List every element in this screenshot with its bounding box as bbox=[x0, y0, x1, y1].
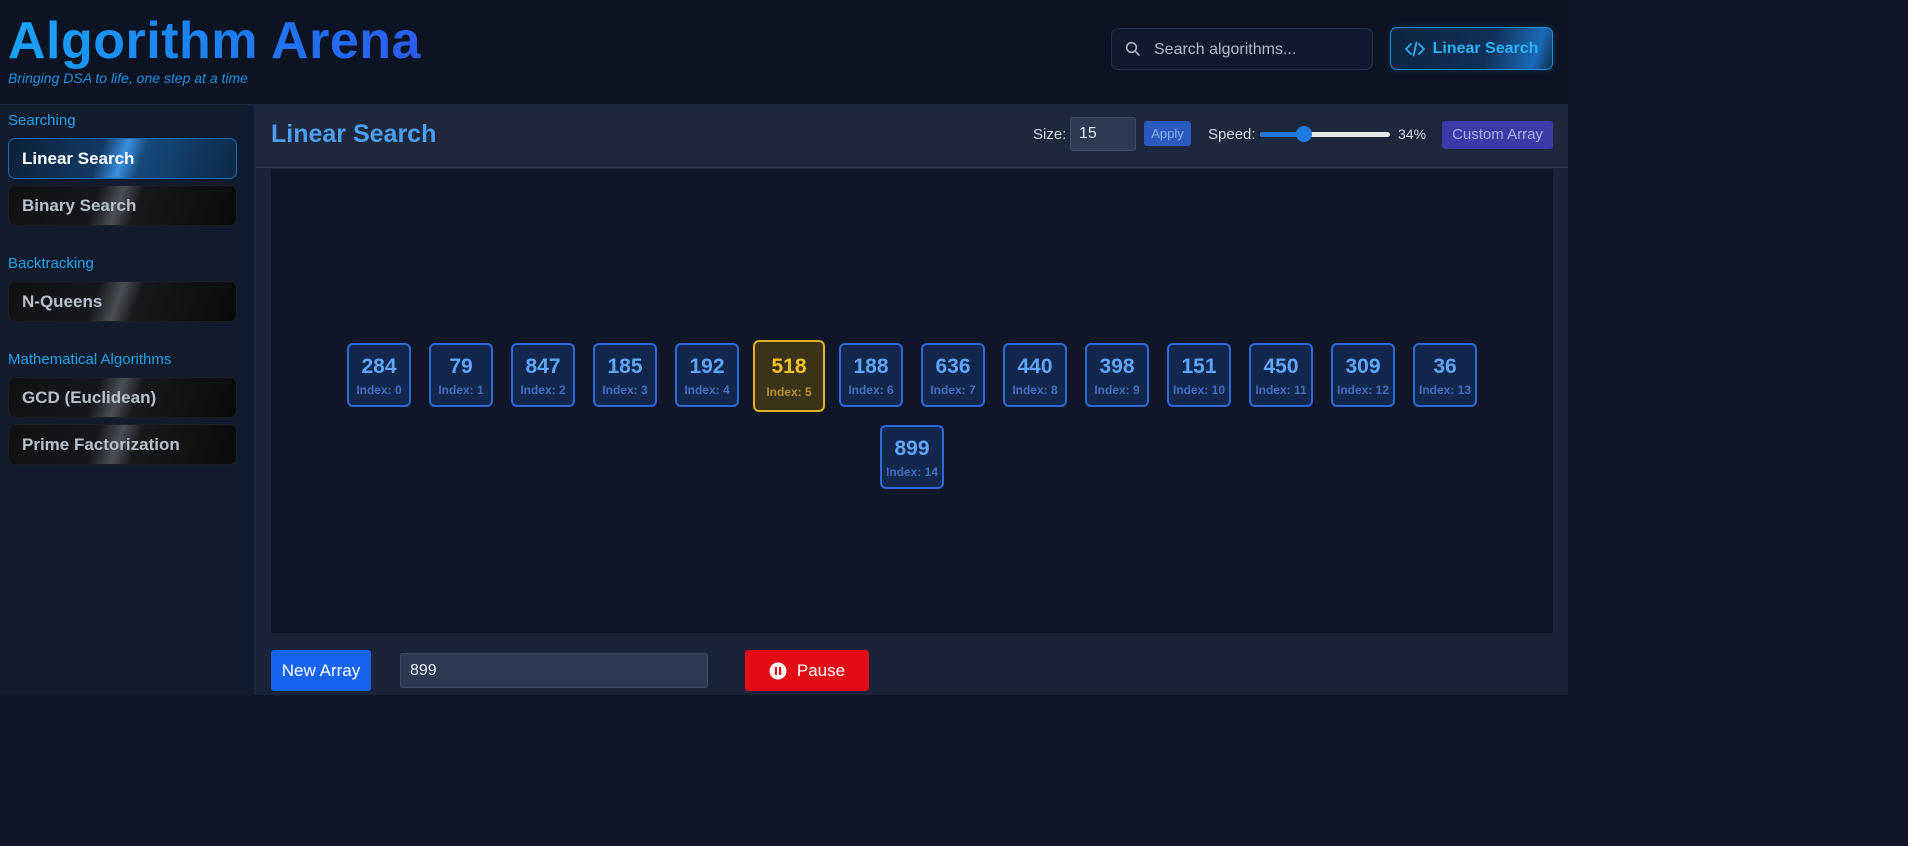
array-element: 192 Index: 4 bbox=[675, 343, 739, 407]
array-visualization: 284 Index: 0 79 Index: 1 847 Index: 2 185 Index… bbox=[271, 169, 1553, 633]
array-element-value: 188 bbox=[853, 355, 889, 378]
array-element: 398 Index: 9 bbox=[1085, 343, 1149, 407]
array-element: 36 Index: 13 bbox=[1413, 343, 1477, 407]
sidebar-group-backtracking: Backtracking bbox=[8, 255, 94, 272]
array-element: 440 Index: 8 bbox=[1003, 343, 1067, 407]
pause-icon bbox=[769, 662, 787, 679]
sidebar-item-gcd[interactable]: GCD (Euclidean) bbox=[8, 377, 237, 418]
array-element-index: Index: 8 bbox=[1012, 383, 1058, 397]
speed-label: Speed: bbox=[1208, 126, 1256, 143]
array-element: 309 Index: 12 bbox=[1331, 343, 1395, 407]
size-input[interactable]: 15 bbox=[1070, 117, 1136, 151]
speed-value: 34% bbox=[1398, 126, 1427, 142]
array-element-index: Index: 11 bbox=[1255, 383, 1307, 397]
array-element: 636 Index: 7 bbox=[921, 343, 985, 407]
array-element: 847 Index: 2 bbox=[511, 343, 575, 407]
array-element: 284 Index: 0 bbox=[347, 343, 411, 407]
array-element-value: 518 bbox=[771, 355, 807, 378]
speed-slider[interactable] bbox=[1260, 126, 1390, 142]
array-element-index: Index: 12 bbox=[1336, 383, 1390, 397]
target-value-input[interactable]: 899 bbox=[400, 653, 708, 688]
array-element-index: Index: 14 bbox=[885, 465, 939, 479]
array-element-index: Index: 2 bbox=[520, 383, 566, 397]
code-icon bbox=[1404, 41, 1425, 56]
size-label: Size: bbox=[1033, 126, 1067, 143]
array-element-index: Index: 5 bbox=[766, 385, 812, 399]
array-element-value: 284 bbox=[361, 355, 397, 378]
search-box[interactable] bbox=[1111, 28, 1373, 71]
array-element: 79 Index: 1 bbox=[429, 343, 493, 407]
sidebar-item-n-queens[interactable]: N-Queens bbox=[8, 281, 237, 322]
app-tagline: Bringing DSA to life, one step at a time bbox=[8, 70, 248, 86]
array-element: 450 Index: 11 bbox=[1249, 343, 1313, 407]
array-element: 151 Index: 10 bbox=[1167, 343, 1231, 407]
app-header: Algorithm Arena Bringing DSA to life, on… bbox=[0, 0, 1568, 105]
current-algorithm-label: Linear Search bbox=[1432, 39, 1539, 57]
array-element: 188 Index: 6 bbox=[839, 343, 903, 407]
array-element-value: 636 bbox=[935, 355, 971, 378]
pause-button[interactable]: Pause bbox=[745, 650, 869, 691]
app-title: Algorithm Arena bbox=[8, 12, 421, 70]
array-element-value: 398 bbox=[1099, 355, 1135, 378]
main-panel: Linear Search Size: 15 Apply Speed: 34% … bbox=[256, 105, 1568, 695]
array-element-value: 440 bbox=[1017, 355, 1053, 378]
sidebar-group-searching: Searching bbox=[8, 112, 76, 129]
sidebar-item-binary-search[interactable]: Binary Search bbox=[8, 185, 237, 226]
page-title: Linear Search bbox=[271, 120, 437, 148]
array-element-value: 899 bbox=[894, 437, 930, 460]
array-element-value: 450 bbox=[1263, 355, 1299, 378]
array-element-value: 309 bbox=[1345, 355, 1381, 378]
array-element-index: Index: 0 bbox=[356, 383, 402, 397]
array-element-index: Index: 3 bbox=[602, 383, 648, 397]
array-element: 185 Index: 3 bbox=[593, 343, 657, 407]
array-element-index: Index: 7 bbox=[930, 383, 976, 397]
array-element-index: Index: 9 bbox=[1094, 383, 1140, 397]
new-array-button[interactable]: New Array bbox=[271, 650, 371, 691]
speed-slider-thumb[interactable] bbox=[1296, 126, 1312, 142]
array-element-index: Index: 4 bbox=[684, 383, 730, 397]
sidebar-item-linear-search[interactable]: Linear Search bbox=[8, 138, 237, 179]
array-element-index: Index: 13 bbox=[1418, 383, 1472, 397]
search-icon bbox=[1125, 41, 1140, 56]
array-element-value: 185 bbox=[607, 355, 643, 378]
array-element-value: 151 bbox=[1181, 355, 1217, 378]
sidebar-item-prime-factorization[interactable]: Prime Factorization bbox=[8, 424, 237, 465]
sidebar-group-mathematical: Mathematical Algorithms bbox=[8, 351, 172, 368]
array-element-value: 847 bbox=[525, 355, 561, 378]
custom-array-button[interactable]: Custom Array bbox=[1442, 121, 1553, 149]
array-element-value: 79 bbox=[449, 355, 473, 378]
array-element-current: 518 Index: 5 bbox=[753, 340, 825, 412]
array-element-value: 192 bbox=[689, 355, 725, 378]
visualizer-toolbar: Linear Search Size: 15 Apply Speed: 34% … bbox=[256, 105, 1568, 168]
current-algorithm-button[interactable]: Linear Search bbox=[1390, 27, 1553, 70]
search-input[interactable] bbox=[1152, 29, 1371, 71]
array-element-index: Index: 10 bbox=[1172, 383, 1226, 397]
apply-button[interactable]: Apply bbox=[1144, 121, 1191, 146]
pause-label: Pause bbox=[796, 660, 846, 680]
array-element-index: Index: 6 bbox=[848, 383, 894, 397]
array-element: 899 Index: 14 bbox=[880, 425, 944, 489]
array-element-value: 36 bbox=[1433, 355, 1457, 378]
sidebar: Searching Linear Search Binary Search Ba… bbox=[0, 105, 256, 695]
array-element-index: Index: 1 bbox=[438, 383, 484, 397]
